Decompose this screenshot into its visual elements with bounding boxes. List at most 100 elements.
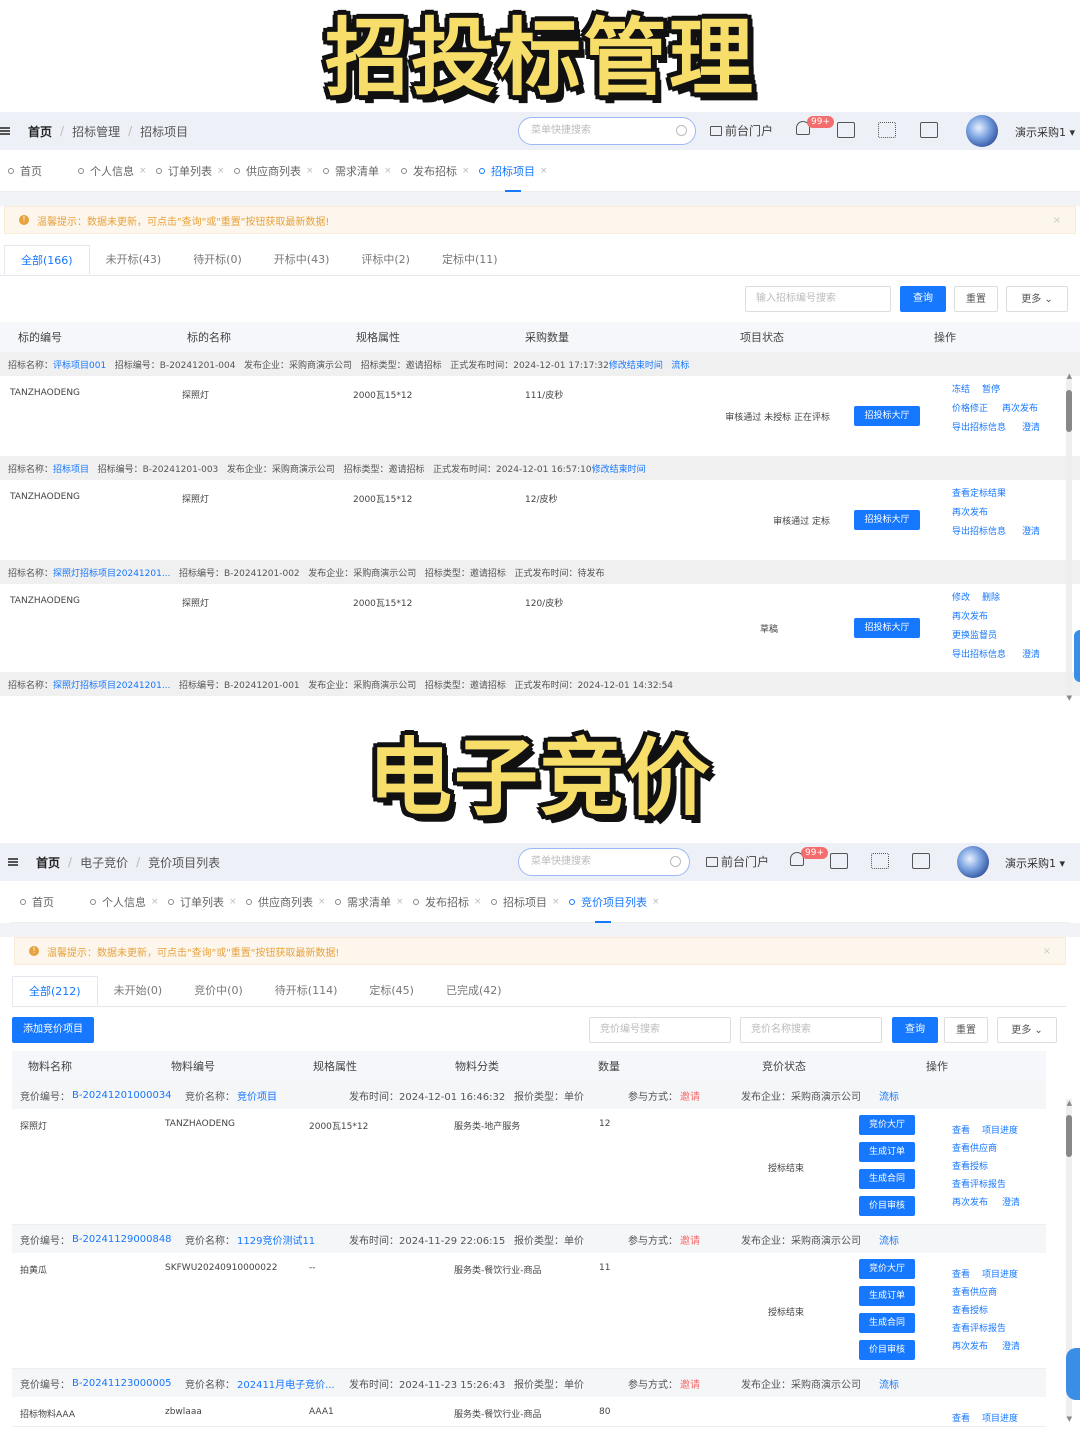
op-link[interactable]: 查看供应商 — [952, 1141, 997, 1154]
auction-action-button-3[interactable]: 价目审核 — [859, 1340, 915, 1360]
tab-7[interactable]: 竞价项目列表 × — [569, 894, 660, 923]
op-link[interactable]: 查看定标结果 — [952, 486, 1006, 499]
bid-hall-button[interactable]: 招投标大厅 — [854, 406, 920, 426]
scrollbar-thumb[interactable] — [1066, 1115, 1072, 1157]
add-auction-button[interactable]: 添加竞价项目 — [12, 1017, 94, 1043]
side-drawer-handle[interactable] — [1074, 630, 1080, 682]
close-icon[interactable]: × — [1043, 946, 1051, 957]
status-tab-5[interactable]: 定标中(11) — [426, 245, 514, 275]
tab-5[interactable]: 发布招标 × — [401, 163, 470, 179]
auction-action-button-2[interactable]: 生成合同 — [859, 1169, 915, 1189]
scrollbar-thumb[interactable] — [1066, 390, 1072, 432]
op-link[interactable]: 查看 — [952, 1123, 970, 1136]
status-tab-5[interactable]: 已完成(42) — [430, 976, 518, 1006]
close-icon[interactable]: × — [1053, 215, 1061, 226]
bid-hall-button[interactable]: 招投标大厅 — [854, 618, 920, 638]
failed-bid-link[interactable]: 流标 — [879, 1376, 899, 1391]
op-link[interactable]: 导出招标信息 — [952, 524, 1006, 537]
tab-label[interactable]: 首页 — [32, 894, 54, 910]
status-tab-0[interactable]: 全部(166) — [4, 245, 90, 275]
op-link[interactable]: 项目进度 — [982, 1123, 1018, 1136]
op-link[interactable]: 查看 — [952, 1411, 970, 1424]
op-link[interactable]: 澄清 — [1022, 524, 1040, 537]
status-tab-3[interactable]: 开标中(43) — [258, 245, 346, 275]
op-link[interactable]: 查看授标 — [952, 1159, 988, 1172]
status-tab-4[interactable]: 评标中(2) — [345, 245, 426, 275]
tab-close-icon[interactable]: × — [139, 166, 147, 176]
project-name-link[interactable]: 探照灯招标项目20241201... — [53, 678, 170, 691]
op-link[interactable]: 更换监督员 — [952, 628, 997, 641]
tab-label[interactable]: 招标项目 — [491, 163, 535, 179]
user-menu[interactable]: 演示采购1 ▾ — [1005, 855, 1065, 871]
tab-close-icon[interactable]: × — [540, 166, 548, 176]
message-icon[interactable] — [830, 853, 848, 869]
tab-2[interactable]: 订单列表 × — [168, 894, 237, 910]
status-tab-2[interactable]: 待开标(0) — [177, 245, 258, 275]
op-link[interactable]: 查看评标报告 — [952, 1177, 1006, 1190]
auction-name-link[interactable]: 1129竞价测试11 — [237, 1232, 315, 1247]
modify-end-time-link[interactable]: 修改结束时间 — [609, 358, 663, 371]
auction-action-button-1[interactable]: 生成订单 — [859, 1142, 915, 1162]
apps-grid-icon[interactable] — [871, 853, 889, 869]
portal-link[interactable]: 前台门户 — [706, 853, 769, 870]
auction-action-button-1[interactable]: 生成订单 — [859, 1286, 915, 1306]
reset-button[interactable]: 重置 — [944, 1017, 988, 1043]
auction-action-button-2[interactable]: 生成合同 — [859, 1313, 915, 1333]
avatar[interactable] — [957, 846, 989, 878]
tab-close-icon[interactable]: × — [652, 897, 660, 907]
tab-close-icon[interactable]: × — [474, 897, 482, 907]
modify-end-time-link[interactable]: 修改结束时间 — [592, 462, 646, 475]
scroll-down-icon[interactable]: ▼ — [1067, 1415, 1072, 1423]
auction-number-link[interactable]: B-20241201000034 — [72, 1090, 172, 1101]
op-link[interactable]: 再次发布 — [952, 1195, 988, 1208]
tab-5[interactable]: 发布招标 × — [413, 894, 482, 910]
bid-hall-button[interactable]: 招投标大厅 — [854, 510, 920, 530]
tab-3[interactable]: 供应商列表 × — [246, 894, 326, 910]
menu-toggle-icon[interactable] — [8, 858, 18, 866]
portal-link[interactable]: 前台门户 — [710, 122, 773, 139]
scroll-up-icon[interactable]: ▲ — [1067, 1099, 1072, 1107]
tab-close-icon[interactable]: × — [462, 166, 470, 176]
avatar[interactable] — [966, 115, 998, 147]
message-icon[interactable] — [837, 122, 855, 138]
tab-label[interactable]: 首页 — [20, 163, 42, 179]
tab-label[interactable]: 发布招标 — [413, 163, 457, 179]
op-link[interactable]: 澄清 — [1022, 647, 1040, 660]
op-link[interactable]: 导出招标信息 — [952, 420, 1006, 433]
tab-close-icon[interactable]: × — [552, 897, 560, 907]
breadcrumb-home[interactable]: 首页 — [36, 854, 60, 871]
tab-close-icon[interactable]: × — [396, 897, 404, 907]
status-tab-4[interactable]: 定标(45) — [353, 976, 430, 1006]
op-link[interactable]: 项目进度 — [982, 1267, 1018, 1280]
tab-2[interactable]: 订单列表 × — [156, 163, 225, 179]
tab-label[interactable]: 需求清单 — [335, 163, 379, 179]
fullscreen-icon[interactable] — [912, 853, 930, 869]
fullscreen-icon[interactable] — [920, 122, 938, 138]
tab-label[interactable]: 个人信息 — [102, 894, 146, 910]
op-link[interactable]: 澄清 — [1002, 1339, 1020, 1352]
more-dropdown[interactable]: 更多 ⌄ — [1006, 286, 1068, 312]
tab-label[interactable]: 个人信息 — [90, 163, 134, 179]
tab-4[interactable]: 需求清单 × — [323, 163, 392, 179]
op-link[interactable]: 再次发布 — [1002, 401, 1038, 414]
tab-close-icon[interactable]: × — [318, 897, 326, 907]
project-name-link[interactable]: 探照灯招标项目20241201... — [53, 566, 170, 579]
query-button[interactable]: 查询 — [900, 286, 946, 312]
tab-close-icon[interactable]: × — [384, 166, 392, 176]
op-link[interactable]: 导出招标信息 — [952, 647, 1006, 660]
auction-name-link[interactable]: 202411月电子竞价... — [237, 1376, 335, 1391]
auction-action-button-3[interactable]: 价目审核 — [859, 1196, 915, 1216]
tab-label[interactable]: 竞价项目列表 — [581, 894, 647, 910]
status-tab-2[interactable]: 竞价中(0) — [178, 976, 259, 1006]
op-link[interactable]: 查看授标 — [952, 1303, 988, 1316]
auction-number-link[interactable]: B-20241123000005 — [72, 1378, 172, 1389]
op-link[interactable]: 再次发布 — [952, 609, 988, 622]
op-link[interactable]: 澄清 — [1002, 1195, 1020, 1208]
op-link[interactable]: 查看供应商 — [952, 1285, 997, 1298]
menu-search-input[interactable]: 菜单快捷搜索 — [518, 848, 690, 876]
tab-1[interactable]: 个人信息 × — [90, 894, 159, 910]
menu-search-input[interactable]: 菜单快捷搜索 — [518, 117, 696, 145]
op-link[interactable]: 查看 — [952, 1267, 970, 1280]
tab-0[interactable]: 首页 — [8, 163, 42, 179]
auction-name-link[interactable]: 竞价项目 — [237, 1088, 277, 1103]
